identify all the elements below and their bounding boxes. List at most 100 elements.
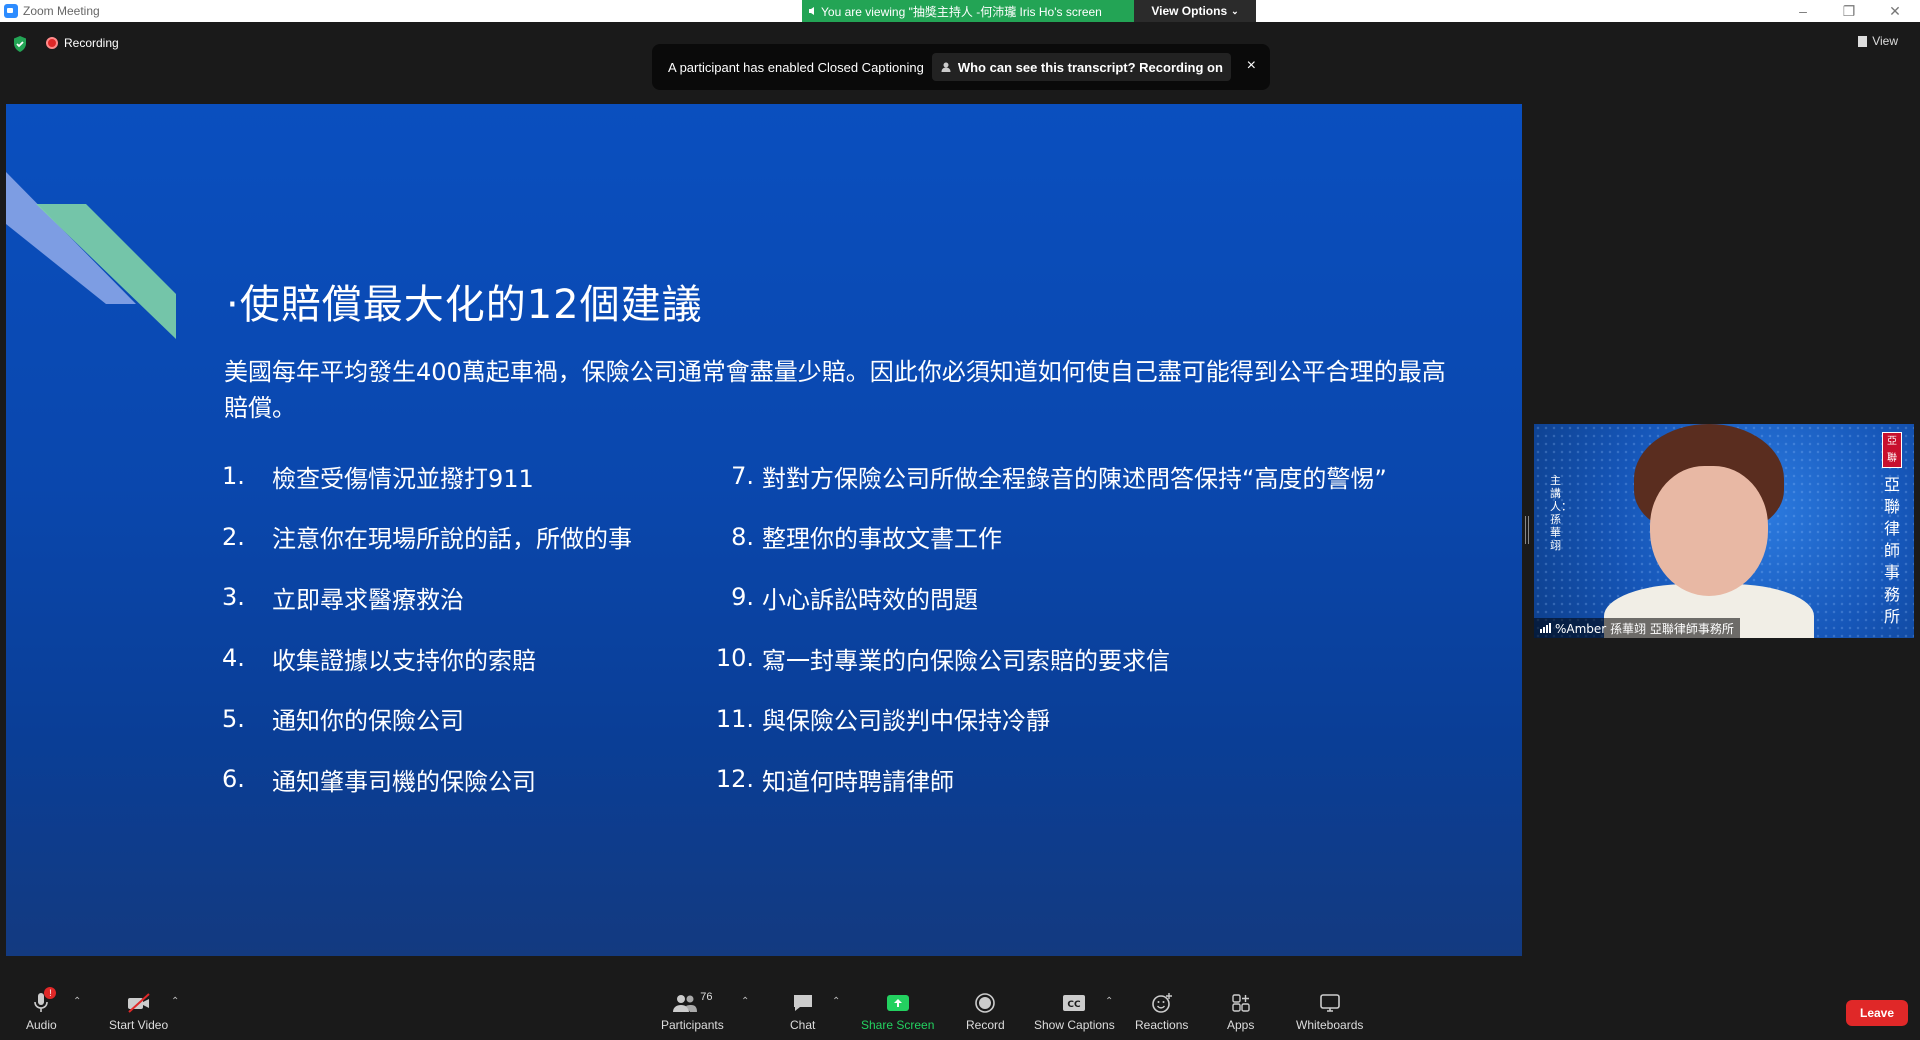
- speaker-caption: 主講人：孫華翊: [1550, 474, 1572, 552]
- audio-button[interactable]: ! Audio: [26, 987, 57, 1032]
- participants-options-chevron-icon[interactable]: ⌃: [741, 996, 749, 1007]
- item-text: 注意你在現場所說的話，所做的事: [272, 525, 632, 554]
- person-icon: [941, 62, 951, 72]
- transcript-visibility-button[interactable]: Who can see this transcript? Recording o…: [931, 53, 1231, 81]
- minimize-button[interactable]: –: [1780, 0, 1826, 22]
- participants-count: 76: [700, 991, 713, 1003]
- slide-title: ·使賠償最大化的12個建議: [226, 282, 703, 328]
- list-item: 5. 通知你的保險公司: [222, 688, 632, 749]
- start-video-label: Start Video: [109, 1018, 169, 1032]
- transcript-visibility-label: Who can see this transcript? Recording o…: [957, 59, 1223, 75]
- security-shield-icon[interactable]: [12, 35, 28, 53]
- apps-icon: [1231, 994, 1250, 1012]
- captions-options-chevron-icon[interactable]: ⌃: [1105, 996, 1113, 1007]
- leave-button[interactable]: Leave: [1846, 1000, 1908, 1026]
- participants-label: Participants: [661, 1018, 724, 1032]
- apps-label: Apps: [1227, 1018, 1255, 1032]
- viewing-screen-text: You are viewing "抽獎主持人 -何沛瓏 Iris Ho's sc…: [821, 4, 1102, 19]
- window-title-bar: Zoom Meeting You are viewing "抽獎主持人 -何沛瓏…: [0, 0, 1920, 22]
- item-number: 9.: [731, 583, 754, 612]
- firm-branding: 亞聯 亞聯律師事務所: [1882, 432, 1902, 628]
- chat-icon: [793, 995, 812, 1011]
- participant-face: [1650, 466, 1768, 596]
- item-number: 6.: [222, 765, 245, 794]
- closed-caption-icon: CC: [1063, 995, 1086, 1011]
- item-text: 寫一封專業的向保險公司索賠的要求信: [762, 646, 1170, 675]
- view-label: View: [1872, 34, 1898, 48]
- item-text: 小心訴訟時效的問題: [762, 585, 978, 614]
- apps-button[interactable]: Apps: [1227, 990, 1254, 1032]
- minimize-icon: –: [1799, 3, 1807, 19]
- record-icon: [975, 993, 996, 1013]
- share-screen-button[interactable]: Share Screen: [861, 990, 934, 1032]
- closed-caption-banner: A participant has enabled Closed Caption…: [652, 44, 1270, 90]
- share-screen-icon: [886, 995, 909, 1011]
- window-title: Zoom Meeting: [23, 4, 100, 18]
- list-item: 3. 立即尋求醫療救治: [222, 567, 632, 628]
- item-text: 通知你的保險公司: [272, 707, 464, 736]
- view-button[interactable]: View: [1858, 34, 1898, 48]
- caption-message: A participant has enabled Closed Caption…: [668, 59, 924, 75]
- meeting-toolbar: ! Audio ⌃ Start Video ⌃ 76 Participants …: [0, 972, 1920, 1040]
- item-text: 對對方保險公司所做全程錄音的陳述問答保持“高度的警惕”: [762, 464, 1387, 493]
- item-text: 知道何時聘請律師: [762, 767, 954, 796]
- item-number: 11.: [715, 704, 754, 733]
- list-item: 11. 與保險公司談判中保持冷靜: [708, 688, 1387, 749]
- audio-warning-badge: !: [44, 987, 57, 999]
- zoom-logo-icon: [4, 4, 18, 18]
- list-item: 7. 對對方保險公司所做全程錄音的陳述問答保持“高度的警惕”: [708, 446, 1387, 507]
- chat-button[interactable]: Chat: [790, 990, 815, 1032]
- video-options-chevron-icon[interactable]: ⌃: [171, 996, 179, 1007]
- panel-resize-handle[interactable]: [1525, 516, 1529, 544]
- signal-strength-icon: [1540, 623, 1551, 633]
- item-text: 與保險公司談判中保持冷靜: [762, 707, 1050, 736]
- item-number: 1.: [222, 462, 245, 491]
- participants-icon: [673, 995, 698, 1012]
- recording-icon: [46, 37, 58, 49]
- list-item: 12. 知道何時聘請律師: [708, 749, 1387, 810]
- item-number: 4.: [222, 644, 245, 673]
- whiteboard-icon: [1319, 994, 1340, 1012]
- chat-label: Chat: [790, 1018, 816, 1032]
- tips-list-left: 1. 檢查受傷情況並撥打911 2. 注意你在現場所說的話，所做的事 3. 立即尋求醫…: [222, 446, 632, 810]
- list-item: 1. 檢查受傷情況並撥打911: [222, 446, 632, 507]
- restore-icon: ❐: [1842, 2, 1856, 19]
- participant-name: %Amber 孫華翊 亞聯律師事務所: [1555, 621, 1734, 636]
- item-number: 8.: [731, 522, 754, 551]
- reactions-icon: [1151, 993, 1172, 1013]
- audio-options-chevron-icon[interactable]: ⌃: [73, 996, 81, 1007]
- show-captions-button[interactable]: CC Show Captions: [1034, 990, 1115, 1032]
- item-number: 10.: [715, 644, 754, 673]
- view-options-label: View Options: [1151, 4, 1228, 18]
- shared-screen-slide: ·使賠償最大化的12個建議 美國每年平均發生400萬起車禍，保險公司通常會盡量少…: [6, 104, 1522, 956]
- list-item: 4. 收集證據以支持你的索賠: [222, 628, 632, 689]
- chat-options-chevron-icon[interactable]: ⌃: [832, 996, 840, 1007]
- close-icon: ✕: [1889, 2, 1901, 19]
- restore-button[interactable]: ❐: [1826, 0, 1872, 22]
- view-options-button[interactable]: View Options ⌄: [1134, 0, 1256, 22]
- list-item: 9. 小心訴訟時效的問題: [708, 567, 1387, 628]
- item-text: 通知肇事司機的保險公司: [272, 767, 536, 796]
- recording-status[interactable]: Recording: [64, 36, 119, 50]
- item-text: 立即尋求醫療救治: [272, 585, 464, 614]
- whiteboards-label: Whiteboards: [1296, 1018, 1364, 1032]
- list-item: 10. 寫一封專業的向保險公司索賠的要求信: [708, 628, 1387, 689]
- whiteboards-button[interactable]: Whiteboards: [1296, 990, 1363, 1032]
- tips-list-right: 7. 對對方保險公司所做全程錄音的陳述問答保持“高度的警惕” 8. 整理你的事故文書…: [708, 446, 1387, 810]
- item-text: 檢查受傷情況並撥打911: [272, 464, 534, 493]
- record-button[interactable]: Record: [966, 990, 1005, 1032]
- participants-button[interactable]: 76 Participants: [661, 990, 724, 1032]
- viewing-screen-banner: You are viewing "抽獎主持人 -何沛瓏 Iris Ho's sc…: [802, 0, 1134, 22]
- close-window-button[interactable]: ✕: [1872, 0, 1918, 22]
- item-number: 7.: [731, 462, 754, 491]
- participant-name-label: %Amber 孫華翊 亞聯律師事務所: [1534, 618, 1740, 638]
- reactions-button[interactable]: Reactions: [1135, 990, 1188, 1032]
- close-banner-icon[interactable]: ×: [1247, 57, 1256, 75]
- start-video-button[interactable]: Start Video: [109, 990, 168, 1032]
- view-layout-icon: [1858, 35, 1868, 47]
- item-number: 2.: [222, 522, 245, 551]
- item-number: 5.: [222, 704, 245, 733]
- participant-video-tile[interactable]: 主講人：孫華翊 亞聯 亞聯律師事務所 %Amber 孫華翊 亞聯律師事務所: [1534, 424, 1914, 638]
- firm-name: 亞聯律師事務所: [1883, 475, 1900, 626]
- speaker-icon: [809, 7, 814, 15]
